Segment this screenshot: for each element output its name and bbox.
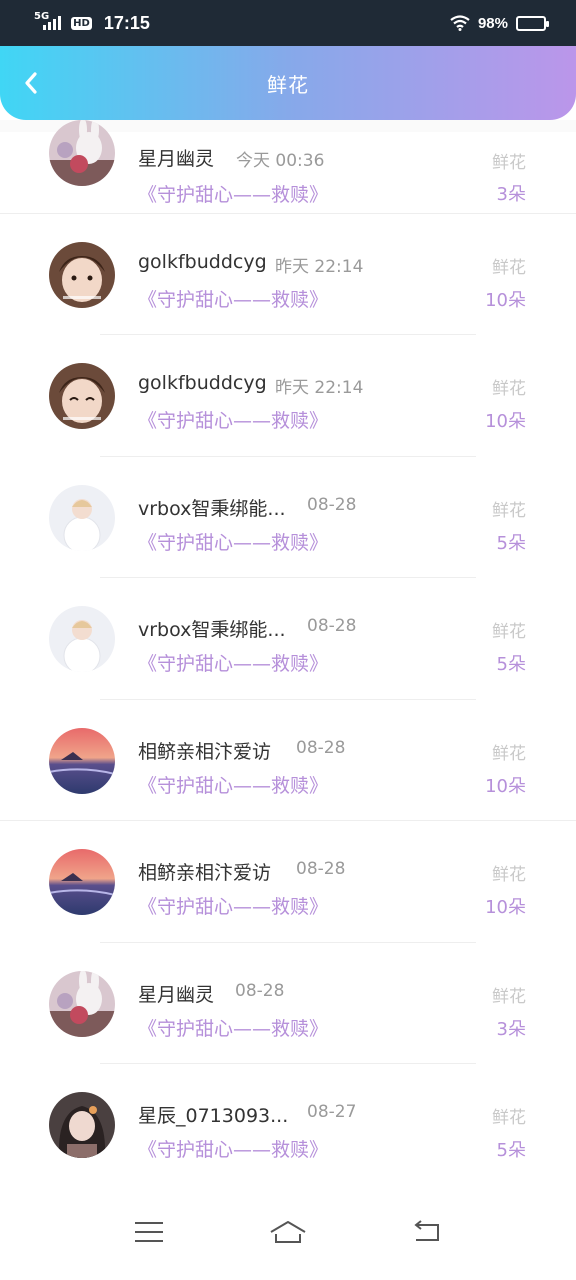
list-item[interactable]: 星月幽灵 08-28 《守护甜心——救赎》 鲜花 3朵 [0,943,576,1064]
sender-name: 星辰_0713093... [138,1105,289,1127]
home-button[interactable] [266,1210,310,1254]
sender-name: golkfbuddcyg [138,372,267,394]
send-date: 昨天 22:14 [275,256,364,277]
book-title-link[interactable]: 《守护甜心——救赎》 [138,649,328,676]
book-title-link[interactable]: 《守护甜心——救赎》 [138,285,328,312]
list-item[interactable]: vrbox智秉绑能... 08-28 《守护甜心——救赎》 鲜花 5朵 [0,457,576,578]
gift-label: 鲜花 [492,500,526,521]
avatar[interactable] [49,1092,115,1158]
gift-label: 鲜花 [492,1108,526,1128]
send-date: 今天 00:36 [236,151,325,171]
book-title-link[interactable]: 《守护甜心——救赎》 [138,892,328,919]
avatar[interactable] [49,727,115,794]
system-nav-bar [0,1184,576,1280]
avatar[interactable] [49,849,115,915]
menu-icon [135,1222,164,1242]
gift-count: 5朵 [496,1140,526,1161]
sender-name: golkfbuddcyg [138,250,267,273]
avatar[interactable] [49,970,115,1037]
gift-count: 10朵 [485,775,526,797]
gift-count: 10朵 [485,411,526,432]
gift-label: 鲜花 [492,986,526,1007]
back-button[interactable] [18,70,44,96]
gift-count: 5朵 [496,532,526,554]
book-title-link[interactable]: 《守护甜心——救赎》 [138,1014,328,1041]
gift-label: 鲜花 [492,743,526,764]
avatar[interactable] [49,606,115,672]
status-bar: 5G HD 17:15 98% [0,0,576,46]
list-item[interactable]: vrbox智秉绑能... 08-28 《守护甜心——救赎》 鲜花 5朵 [0,578,576,700]
menu-button[interactable] [127,1210,171,1254]
page-header: 鲜花 [0,46,576,120]
gift-label: 鲜花 [492,379,526,399]
status-right: 98% [450,14,549,32]
book-title-link[interactable]: 《守护甜心——救赎》 [138,528,328,555]
network-type: 5G [34,11,50,22]
send-date: 08-28 [307,616,357,636]
gift-label: 鲜花 [492,257,526,278]
gift-label: 鲜花 [492,622,526,642]
gift-label: 鲜花 [492,865,526,885]
book-title-link[interactable]: 《守护甜心——救赎》 [138,1135,328,1162]
avatar[interactable] [49,120,115,186]
sender-name: 星月幽灵 [138,148,215,170]
send-date: 08-28 [307,494,357,515]
list-item[interactable]: golkfbuddcyg 昨天 22:14 《守护甜心——救赎》 鲜花 10朵 [0,214,576,335]
avatar[interactable] [49,363,115,429]
page-title: 鲜花 [267,72,309,97]
back-icon [414,1220,439,1241]
send-date: 昨天 22:14 [275,378,364,398]
book-title-link[interactable]: 《守护甜心——救赎》 [138,406,328,433]
sender-name: 相鲚亲相汴爱访 [138,740,272,763]
avatar[interactable] [49,241,115,308]
gift-count: 3朵 [496,184,526,205]
gift-count: 10朵 [485,897,526,918]
sender-name: 相鲚亲相汴爱访 [138,862,272,884]
list-item[interactable]: 相鲚亲相汴爱访 08-28 《守护甜心——救赎》 鲜花 10朵 [0,700,576,821]
gift-label: 鲜花 [492,153,526,173]
list-item[interactable]: 星月幽灵 今天 00:36 《守护甜心——救赎》 鲜花 3朵 [0,120,576,214]
send-date: 08-28 [296,859,346,879]
list-item[interactable]: golkfbuddcyg 昨天 22:14 《守护甜心——救赎》 鲜花 10朵 [0,335,576,457]
gift-count: 10朵 [485,289,526,311]
battery-percent: 98% [477,14,508,32]
sender-name: 星月幽灵 [138,983,215,1006]
book-title-link[interactable]: 《守护甜心——救赎》 [138,771,328,798]
flower-record-list[interactable]: 星月幽灵 今天 00:36 《守护甜心——救赎》 鲜花 3朵 golkfbudd… [0,120,576,1184]
send-date: 08-27 [307,1102,357,1122]
send-date: 08-28 [296,737,346,758]
hd-badge: HD [71,16,92,30]
gift-count: 5朵 [496,654,526,675]
gift-count: 3朵 [496,1018,526,1040]
status-time: 17:15 [103,12,150,33]
wifi-icon [450,15,470,31]
send-date: 08-28 [235,980,285,1001]
avatar[interactable] [49,484,115,551]
back-nav-button[interactable] [405,1210,449,1254]
chevron-left-icon [25,72,37,94]
list-item[interactable]: 相鲚亲相汴爱访 08-28 《守护甜心——救赎》 鲜花 10朵 [0,821,576,943]
battery-icon [516,15,549,31]
sender-name: vrbox智秉绑能... [138,497,286,520]
book-title-link[interactable]: 《守护甜心——救赎》 [138,180,328,207]
status-left: 5G HD 17:15 [34,11,150,34]
home-icon [270,1221,306,1243]
sender-name: vrbox智秉绑能... [138,619,286,641]
list-item[interactable]: 星辰_0713093... 08-27 《守护甜心——救赎》 鲜花 5朵 [0,1064,576,1184]
